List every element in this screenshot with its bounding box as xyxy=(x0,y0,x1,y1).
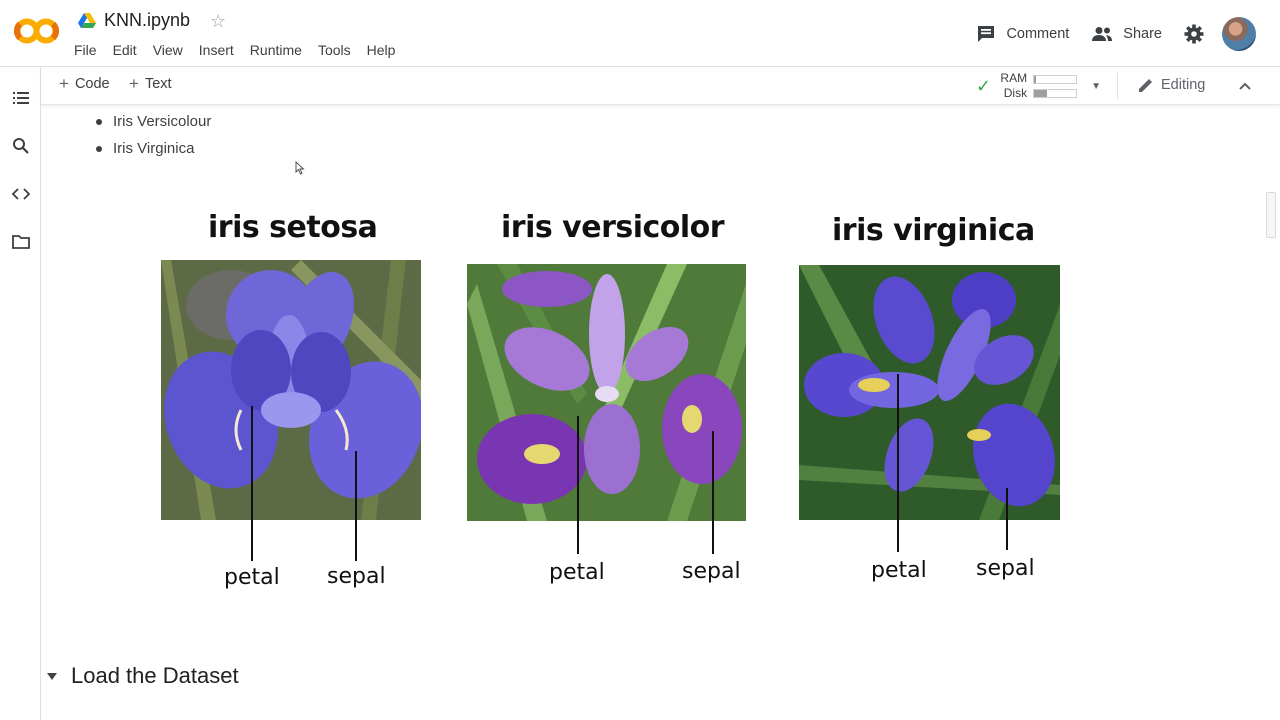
species-list: Iris Versicolour Iris Virginica xyxy=(96,108,211,162)
menu-tools[interactable]: Tools xyxy=(318,42,359,58)
code-icon[interactable] xyxy=(11,184,31,204)
list-item: Iris Virginica xyxy=(96,135,211,162)
star-icon[interactable]: ☆ xyxy=(210,12,226,30)
folder-icon[interactable] xyxy=(11,232,31,252)
pointer-line xyxy=(355,451,357,561)
menu-file[interactable]: File xyxy=(74,42,105,58)
plus-icon: + xyxy=(129,74,139,93)
drive-icon[interactable] xyxy=(78,12,96,29)
section-title: Load the Dataset xyxy=(71,663,239,688)
plus-icon: + xyxy=(59,74,69,93)
scrollbar-thumb[interactable] xyxy=(1266,192,1276,238)
gear-icon[interactable] xyxy=(1184,24,1204,44)
iris-setosa-title: iris setosa xyxy=(208,210,378,245)
menu-insert[interactable]: Insert xyxy=(199,42,242,58)
pointer-line xyxy=(1006,488,1008,550)
toolbar-divider xyxy=(1117,73,1118,99)
app-header: KNN.ipynb ☆ File Edit View Insert Runtim… xyxy=(0,0,1280,67)
pencil-icon xyxy=(1139,79,1152,92)
resource-labels: RAM Disk xyxy=(999,71,1027,101)
sepal-label: sepal xyxy=(682,559,741,584)
menu-help[interactable]: Help xyxy=(367,42,404,58)
ram-bar xyxy=(1033,74,1078,84)
iris-versicolor-photo xyxy=(467,264,746,521)
share-button[interactable]: Share xyxy=(1091,26,1162,42)
ram-bar-fill xyxy=(1034,75,1037,83)
left-sidebar xyxy=(0,67,41,720)
mouse-cursor-icon xyxy=(295,161,305,175)
disk-label: Disk xyxy=(1003,86,1028,100)
disk-bar xyxy=(1033,88,1078,98)
comment-button[interactable]: Comment xyxy=(976,24,1069,44)
notebook-title[interactable]: KNN.ipynb xyxy=(104,10,190,31)
share-label: Share xyxy=(1123,26,1162,42)
iris-versicolor-title: iris versicolor xyxy=(501,210,725,245)
disk-bar-fill xyxy=(1034,89,1047,97)
add-text-label: Text xyxy=(144,76,172,92)
colab-logo[interactable] xyxy=(14,16,60,46)
people-icon xyxy=(1092,27,1113,41)
petal-label: petal xyxy=(224,565,280,590)
add-code-button[interactable]: + Code xyxy=(59,74,110,93)
sepal-label: sepal xyxy=(976,556,1035,581)
ram-label: RAM xyxy=(1000,71,1028,85)
notebook-toolbar: + Code + Text ✓ RAM Disk ▼ Editing xyxy=(41,67,1280,105)
resource-bars xyxy=(1033,74,1078,98)
add-text-button[interactable]: + Text xyxy=(129,74,172,93)
editing-label: Editing xyxy=(1161,77,1206,93)
pointer-line xyxy=(577,416,579,554)
menu-bar: File Edit View Insert Runtime Tools Help xyxy=(74,42,411,58)
avatar[interactable] xyxy=(1222,17,1256,51)
caret-down-icon[interactable]: ▼ xyxy=(1091,81,1101,92)
menu-edit[interactable]: Edit xyxy=(113,42,145,58)
pointer-line xyxy=(712,431,714,554)
comment-icon xyxy=(978,26,995,42)
notebook-content: Iris Versicolour Iris Virginica iris set… xyxy=(41,106,1266,720)
sepal-label: sepal xyxy=(327,564,386,589)
collapse-triangle-icon[interactable] xyxy=(47,672,57,680)
editing-mode-button[interactable]: Editing xyxy=(1137,76,1205,94)
pointer-line xyxy=(897,374,899,552)
list-item: Iris Versicolour xyxy=(96,108,211,135)
iris-virginica-title: iris virginica xyxy=(832,213,1035,248)
pointer-line xyxy=(251,406,253,561)
chevron-up-icon[interactable] xyxy=(1237,78,1253,94)
search-icon[interactable] xyxy=(11,136,31,156)
check-icon: ✓ xyxy=(976,75,992,96)
menu-runtime[interactable]: Runtime xyxy=(250,42,310,58)
toc-icon[interactable] xyxy=(11,88,31,108)
petal-label: petal xyxy=(871,558,927,583)
add-code-label: Code xyxy=(74,76,110,92)
iris-setosa-photo xyxy=(161,260,421,520)
section-header[interactable]: Load the Dataset xyxy=(47,663,239,689)
comment-label: Comment xyxy=(1006,26,1070,42)
resources-indicator[interactable]: ✓ RAM Disk ▼ xyxy=(976,71,1101,101)
petal-label: petal xyxy=(549,560,605,585)
iris-virginica-photo xyxy=(799,265,1060,520)
menu-view[interactable]: View xyxy=(153,42,191,58)
